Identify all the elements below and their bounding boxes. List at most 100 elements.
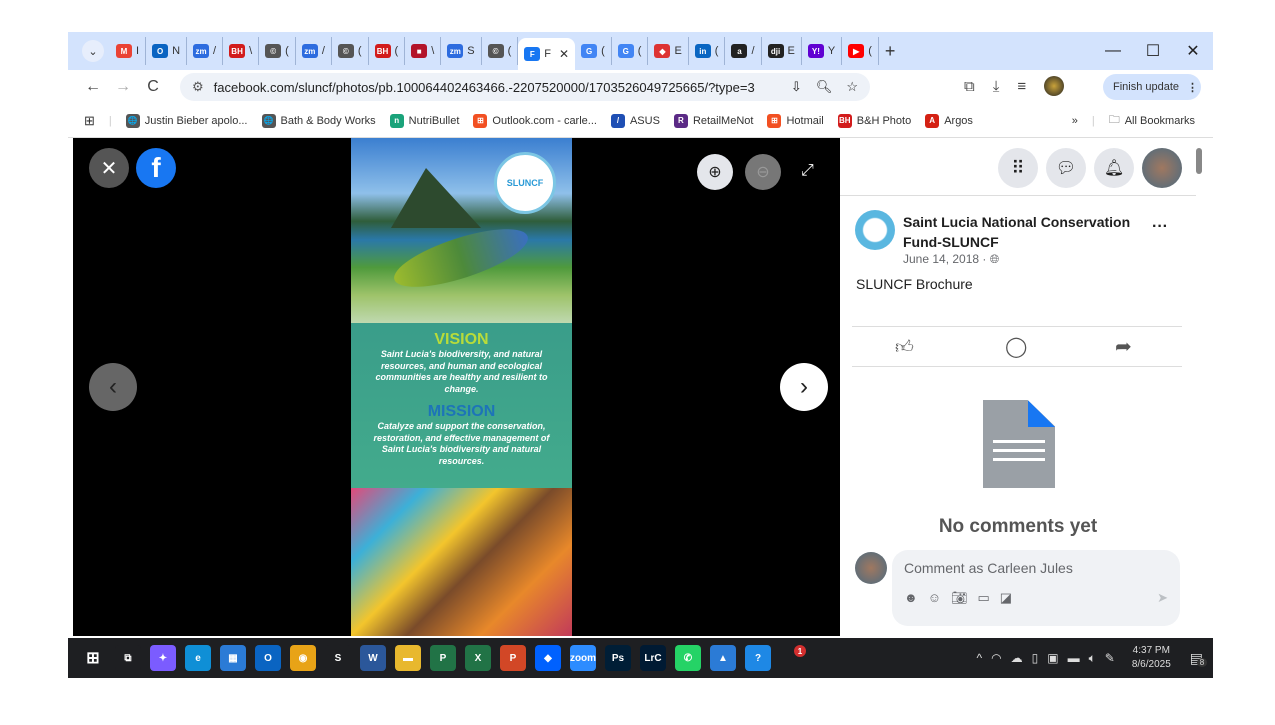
tab[interactable]: ©( [482,37,519,65]
sticker-icon[interactable]: ◪ [1000,590,1012,606]
finish-update-button[interactable]: Finish update ⋮ [1103,74,1201,100]
address-bar[interactable]: ⚙ facebook.com/sluncf/photos/pb.10006440… [180,73,870,101]
taskbar-photos-icon[interactable]: ▲ [710,645,736,671]
tab-search-button[interactable]: ⌄ [76,37,110,65]
taskbar-copilot-icon[interactable]: ✦ [150,645,176,671]
minimize-button[interactable]: — [1093,42,1133,60]
tab[interactable]: a / [725,37,762,65]
bookmark[interactable]: n NutriBullet [389,113,459,128]
bookmark[interactable]: R RetailMeNot [673,113,753,128]
bookmark[interactable]: 🌐 Justin Bieber apolo... [125,113,248,128]
tab-active[interactable]: F F ✕ [518,38,576,70]
tab[interactable]: ■ \ [405,37,442,65]
menu-dots-button[interactable]: ··· [1152,218,1168,236]
menu-grid-button[interactable]: ⠿ [998,148,1038,188]
downloads-icon[interactable]: ⤓ [993,78,1000,95]
page-name-link[interactable]: Saint Lucia National Conservation Fund-S… [903,212,1153,252]
taskbar-help-icon[interactable]: ? [745,645,771,671]
forward-button[interactable]: → [108,78,138,96]
wifi-icon[interactable]: ◠ [991,651,1001,665]
taskbar-word-icon[interactable]: W [360,645,386,671]
taskbar-chrome-icon[interactable]: ◉ [290,645,316,671]
extensions-icon[interactable]: ⧉ [964,78,975,95]
taskbar-edge-icon[interactable]: e [185,645,211,671]
network-icon[interactable]: ▬ [1068,651,1080,665]
bookmark[interactable]: ⊞ Hotmail [767,113,824,128]
taskbar-file-explorer-icon[interactable]: ▬ [395,645,421,671]
taskbar-photoshop-icon[interactable]: Ps [605,645,631,671]
tab[interactable]: ©( [259,37,296,65]
tab[interactable]: ◆ E [648,37,689,65]
close-window-button[interactable]: ✕ [1173,41,1213,61]
zoom-in-button[interactable]: ⊕ [697,154,733,190]
bookmark-star-icon[interactable]: ☆ [846,79,858,95]
close-tab-icon[interactable]: ✕ [559,47,569,61]
reload-button[interactable]: C [138,78,168,96]
taskbar-task-view-icon[interactable]: ⧉ [115,645,141,671]
taskbar-lightroom-classic-icon[interactable]: LrC [640,645,666,671]
tab[interactable]: ▶( [842,37,879,65]
apps-grid-icon[interactable]: ⊞ [84,113,95,129]
page-avatar[interactable] [855,210,895,250]
comment-box[interactable]: Comment as Carleen Jules ☻ ☺ 📷︎ ▭ ◪ ➤ [892,550,1180,626]
volume-icon[interactable]: 🔈︎ [1089,651,1096,666]
taskbar-project-icon[interactable]: P [430,645,456,671]
tab[interactable]: G( [575,37,612,65]
taskbar-whatsapp-icon[interactable]: ✆ [675,645,701,671]
more-bookmarks-button[interactable]: » [1072,115,1078,127]
camera-icon[interactable]: 📷︎ [951,590,968,606]
new-tab-button[interactable]: + [879,37,902,65]
scrollbar[interactable] [1196,148,1202,174]
bookmark[interactable]: ⊞ Outlook.com - carle... [473,113,597,128]
send-icon[interactable]: ➤ [1157,590,1168,606]
taskbar-outlook-icon[interactable]: O [255,645,281,671]
emoji-icon[interactable]: ☺ [928,590,941,606]
clock[interactable]: 4:37 PM 8/6/2025 [1132,644,1171,672]
tab[interactable]: ©( [332,37,369,65]
tab[interactable]: Y! Y [802,37,843,65]
pen-icon[interactable]: ✎ [1105,651,1115,665]
profile-avatar[interactable] [1044,76,1065,96]
maximize-button[interactable]: ☐ [1133,41,1173,61]
taskbar-app-s-icon[interactable]: S [325,645,351,671]
tab[interactable]: dji E [762,37,802,65]
battery-icon[interactable]: ▯ [1032,651,1039,665]
notification-center-button[interactable]: ▤ 8 [1190,650,1208,667]
avatar-sticker-icon[interactable]: ☻ [904,590,918,606]
bookmark[interactable]: 🌐 Bath & Body Works [261,113,376,128]
tab[interactable]: ON [146,37,188,65]
bookmark[interactable]: A Argos [925,113,973,128]
bookmark[interactable]: BH B&H Photo [837,113,911,128]
cloud-icon[interactable]: ☁ [1011,651,1023,665]
tab[interactable]: BH \ [223,37,260,65]
comment-button[interactable]: ◯ [1005,334,1027,359]
comment-input[interactable]: Comment as Carleen Jules [904,560,1168,576]
notifications-button[interactable]: 🔔︎ [1094,148,1134,188]
site-info-icon[interactable]: ⚙ [192,79,204,95]
zoom-icon[interactable]: 🔍︎ [816,79,833,95]
tab[interactable]: G( [612,37,649,65]
previous-photo-button[interactable]: ‹ [89,363,137,411]
messenger-button[interactable]: 💬︎ [1046,148,1086,188]
all-bookmarks-button[interactable]: 🗀 All Bookmarks [1109,111,1195,130]
gif-icon[interactable]: ▭ [977,590,989,606]
start-button[interactable]: ⊞ [80,645,106,671]
taskbar-dropbox-icon[interactable]: ◆ [535,645,561,671]
media-control-icon[interactable]: ≡ [1017,78,1026,95]
facebook-logo-icon[interactable]: f [136,148,176,188]
tab[interactable]: BH( [369,37,406,65]
back-button[interactable]: ← [78,78,108,96]
account-avatar[interactable] [1142,148,1182,188]
close-viewer-button[interactable]: ✕ [89,148,129,188]
install-app-icon[interactable]: ⇩ [791,79,802,95]
taskbar-powerpoint-icon[interactable]: P [500,645,526,671]
fullscreen-icon[interactable]: ⤢ [801,162,814,180]
taskbar-excel-icon[interactable]: X [465,645,491,671]
zoom-out-button[interactable]: ⊖ [745,154,781,190]
display-icon[interactable]: ▣ [1047,651,1058,665]
tab[interactable]: zm / [296,37,332,65]
share-button[interactable]: ➦ [1115,334,1132,359]
next-photo-button[interactable]: › [780,363,828,411]
taskbar-zoom-icon[interactable]: zoom [570,645,596,671]
tab[interactable]: zm / [187,37,224,65]
